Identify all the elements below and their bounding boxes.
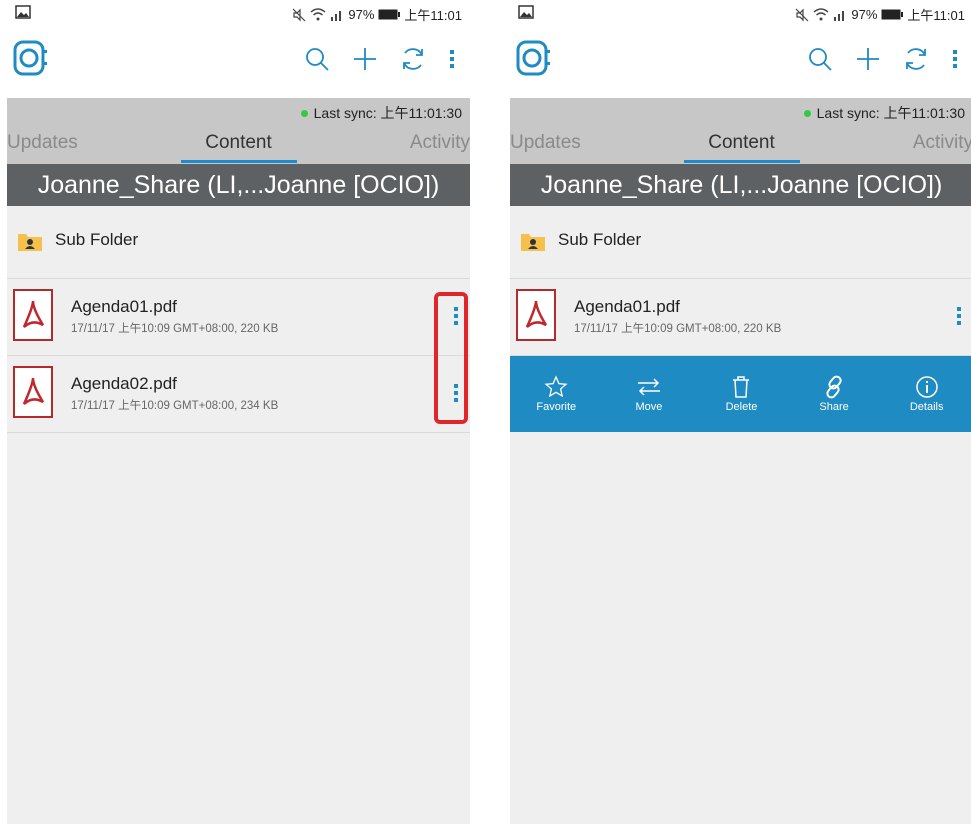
file-name: Agenda02.pdf	[71, 374, 177, 393]
tab-content[interactable]: Content	[7, 132, 470, 154]
add-icon[interactable]	[855, 46, 881, 72]
file-meta: 17/11/17 上午10:09 GMT+08:00, 234 KB	[71, 400, 279, 412]
file-list: Sub Folder Agenda01.pdf 17/11/17 上午10:09…	[510, 206, 971, 432]
tab-activity[interactable]: Activity	[410, 132, 470, 154]
wifi-icon	[310, 8, 326, 21]
delete-label: Delete	[725, 401, 758, 413]
delete-button[interactable]: Delete	[706, 375, 776, 413]
file-list: Sub Folder Agenda01.pdf 17/11/17 上午10:09…	[7, 206, 470, 433]
shared-folder-icon	[520, 230, 546, 257]
file-meta: 17/11/17 上午10:09 GMT+08:00, 220 KB	[574, 323, 782, 335]
status-bar: 97% 上午11:01	[510, 0, 971, 26]
phone-screen-right: 97% 上午11:01 Last sync: 上午11:01:30 Update…	[510, 0, 971, 824]
share-label: Share	[819, 401, 849, 413]
add-icon[interactable]	[352, 46, 378, 72]
list-item-file[interactable]: Agenda01.pdf 17/11/17 上午10:09 GMT+08:00,…	[510, 279, 971, 356]
move-arrows-icon	[637, 378, 660, 396]
options-highlight-box	[434, 292, 468, 424]
folder-name: Sub Folder	[55, 230, 139, 249]
app-bar	[7, 26, 470, 98]
info-icon	[915, 376, 938, 398]
file-name: Agenda01.pdf	[574, 297, 680, 316]
gallery-notification-icon	[518, 5, 534, 22]
last-sync-label: Last sync: 上午11:01:30	[816, 105, 965, 121]
app-logo-icon	[516, 40, 552, 81]
trash-icon	[733, 376, 750, 398]
pdf-file-icon	[13, 289, 53, 346]
share-button[interactable]: Share	[799, 375, 869, 413]
refresh-icon[interactable]	[400, 46, 426, 72]
search-icon[interactable]	[304, 46, 330, 72]
pdf-file-icon	[13, 366, 53, 423]
battery-icon	[378, 9, 401, 20]
refresh-icon[interactable]	[903, 46, 929, 72]
favorite-label: Favorite	[536, 401, 577, 413]
list-item-file[interactable]: Agenda01.pdf 17/11/17 上午10:09 GMT+08:00,…	[7, 279, 470, 356]
clock: 上午11:01	[404, 8, 462, 23]
signal-icon	[833, 9, 847, 21]
file-name: Agenda01.pdf	[71, 297, 177, 316]
tab-bar: Updates Content Activity	[510, 126, 971, 164]
app-logo-icon	[13, 40, 49, 81]
move-button[interactable]: Move	[614, 375, 684, 413]
list-item-sub-folder[interactable]: Sub Folder	[7, 206, 470, 279]
battery-icon	[881, 9, 904, 20]
details-button[interactable]: Details	[892, 375, 962, 413]
active-tab-indicator	[181, 160, 297, 163]
battery-percent: 97%	[851, 7, 878, 22]
current-folder-path: Joanne_Share (LI,...Joanne [OCIO])	[7, 164, 470, 206]
sync-status-dot	[803, 109, 811, 117]
battery-percent: 97%	[348, 7, 375, 22]
star-icon	[544, 375, 568, 398]
mute-icon	[292, 8, 306, 22]
phone-screen-left: 97% 上午11:01 Last sync: 上午11:01:30 Update…	[7, 0, 470, 824]
list-item-file[interactable]: Agenda02.pdf 17/11/17 上午10:09 GMT+08:00,…	[7, 356, 470, 433]
tab-activity[interactable]: Activity	[913, 132, 971, 154]
current-folder-path: Joanne_Share (LI,...Joanne [OCIO])	[510, 164, 971, 206]
move-label: Move	[635, 401, 663, 413]
overflow-menu-icon[interactable]	[951, 48, 959, 70]
list-item-sub-folder[interactable]: Sub Folder	[510, 206, 971, 279]
clock: 上午11:01	[907, 8, 965, 23]
link-icon	[826, 375, 842, 399]
search-icon[interactable]	[807, 46, 833, 72]
wifi-icon	[813, 8, 829, 21]
folder-name: Sub Folder	[558, 230, 642, 249]
app-bar	[510, 26, 971, 98]
file-meta: 17/11/17 上午10:09 GMT+08:00, 220 KB	[71, 323, 279, 335]
details-label: Details	[909, 401, 944, 413]
pdf-file-icon	[516, 289, 556, 346]
mute-icon	[795, 8, 809, 22]
file-action-bar: Favorite Move Delete Share Details	[510, 356, 971, 432]
favorite-button[interactable]: Favorite	[521, 375, 591, 413]
gallery-notification-icon	[15, 5, 31, 22]
sync-bar: Last sync: 上午11:01:30	[7, 98, 470, 126]
sync-bar: Last sync: 上午11:01:30	[510, 98, 971, 126]
active-tab-indicator	[684, 160, 800, 163]
signal-icon	[330, 9, 344, 21]
shared-folder-icon	[17, 230, 43, 257]
tab-bar: Updates Content Activity	[7, 126, 470, 164]
file-options-icon[interactable]	[955, 305, 963, 332]
sync-status-dot	[300, 109, 308, 117]
overflow-menu-icon[interactable]	[448, 48, 456, 70]
status-bar: 97% 上午11:01	[7, 0, 470, 26]
tab-content[interactable]: Content	[510, 132, 971, 154]
last-sync-label: Last sync: 上午11:01:30	[313, 105, 462, 121]
